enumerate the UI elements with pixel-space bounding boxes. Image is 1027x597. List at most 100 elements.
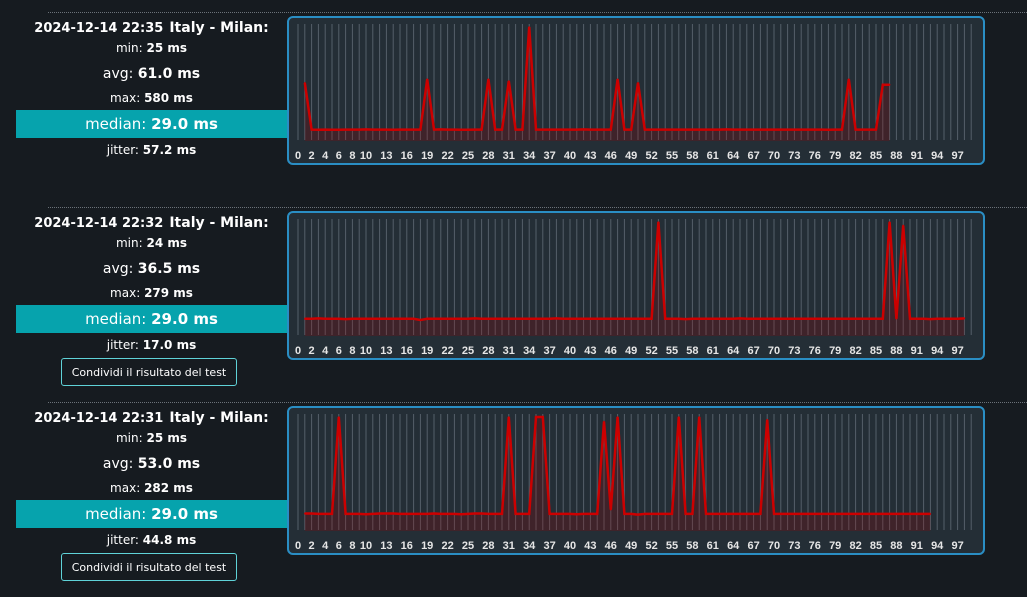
data-point	[766, 128, 768, 131]
share-result-button[interactable]: Condividi il risultato del test	[61, 553, 237, 581]
data-point	[732, 128, 734, 131]
x-tick-label: 49	[625, 540, 637, 552]
x-tick-label: 82	[849, 150, 861, 162]
x-tick-label: 52	[645, 150, 657, 162]
data-point	[596, 513, 598, 515]
data-point	[344, 318, 347, 320]
x-tick-label: 79	[829, 345, 841, 357]
x-tick-label: 52	[645, 540, 657, 552]
data-point	[834, 513, 836, 515]
min-label: min:	[115, 431, 147, 445]
data-point	[759, 317, 762, 320]
data-point	[732, 513, 734, 515]
x-tick-label: 25	[462, 345, 474, 357]
data-point	[555, 128, 558, 131]
x-tick-label: 88	[890, 150, 902, 162]
data-point	[501, 128, 503, 131]
x-tick-label: 52	[645, 345, 657, 357]
data-point	[888, 221, 891, 223]
min-stat: min: 25 ms	[16, 41, 287, 55]
data-point	[786, 513, 789, 515]
min-label: min:	[115, 236, 147, 250]
data-point	[453, 317, 456, 320]
data-point	[780, 317, 782, 320]
x-tick-label: 67	[747, 345, 759, 357]
data-point	[644, 128, 646, 131]
x-tick-label: 73	[788, 150, 800, 162]
data-point	[378, 317, 381, 320]
data-point	[766, 418, 768, 421]
median-value: 29.0 ms	[151, 310, 218, 328]
avg-stat: avg: 61.0 ms	[16, 66, 287, 82]
x-tick-label: 37	[543, 540, 555, 552]
data-point	[875, 317, 877, 320]
data-point	[664, 317, 666, 320]
data-point	[412, 317, 415, 320]
avg-stat: avg: 53.0 ms	[16, 456, 287, 472]
median-label: median:	[85, 310, 152, 328]
data-point	[657, 221, 660, 223]
median-value: 29.0 ms	[151, 505, 218, 523]
result-panel: 2024-12-14 22:31 Italy - Milan: min: 25 m…	[0, 402, 1027, 597]
x-tick-label: 88	[890, 540, 902, 552]
data-point	[555, 513, 558, 515]
x-tick-label: 4	[322, 345, 329, 357]
x-tick-label: 34	[523, 150, 536, 162]
chart-svg: 0 2 4 6 8 10 13 16 19 22 25 28 31 34 37 40 43 46 49 52 55 58 6…	[295, 24, 972, 162]
share-result-button[interactable]: Condividi il risultato del test	[61, 358, 237, 386]
data-point	[684, 513, 687, 515]
avg-value: 36.5 ms	[137, 261, 201, 277]
data-point	[562, 513, 564, 515]
data-point	[834, 317, 836, 320]
x-tick-label: 13	[380, 150, 392, 162]
x-tick-label: 85	[870, 345, 882, 357]
data-point	[514, 317, 517, 320]
data-point	[603, 420, 605, 423]
median-label: median:	[85, 115, 152, 133]
data-point	[542, 317, 544, 320]
data-point	[827, 317, 830, 320]
data-point	[678, 317, 680, 320]
data-point	[644, 317, 646, 320]
data-point	[372, 317, 374, 320]
max-value: 282 ms	[144, 481, 193, 495]
data-point	[644, 513, 646, 515]
data-point	[739, 513, 741, 515]
result-location: Italy - Milan:	[169, 215, 269, 231]
data-point	[399, 317, 401, 320]
x-tick-label: 94	[931, 345, 944, 357]
data-point	[780, 128, 782, 131]
data-point	[712, 513, 714, 515]
data-point	[936, 317, 938, 320]
data-point	[433, 512, 435, 515]
data-point	[698, 317, 700, 320]
data-point	[324, 128, 326, 131]
result-datetime: 2024-12-14 22:35	[34, 21, 164, 36]
data-point	[698, 416, 700, 418]
x-tick-label: 40	[564, 150, 576, 162]
data-point	[406, 128, 408, 131]
data-point	[440, 128, 442, 131]
x-tick-label: 76	[809, 150, 821, 162]
data-point	[317, 317, 320, 320]
data-point	[378, 512, 381, 515]
data-point	[426, 317, 428, 320]
x-tick-label: 55	[666, 540, 678, 552]
data-point	[494, 513, 496, 515]
data-point	[684, 128, 687, 131]
x-tick-label: 61	[707, 150, 719, 162]
data-point	[426, 513, 428, 515]
ping-chart: 0 2 4 6 8 10 13 16 19 22 25 28 31 34 37 40 43 46 49 52 55 58 6…	[287, 16, 985, 165]
data-point	[610, 508, 612, 511]
data-point	[630, 317, 632, 320]
data-point	[868, 128, 870, 131]
data-point	[358, 128, 360, 131]
data-point	[589, 317, 592, 320]
data-point	[834, 128, 836, 131]
data-point	[752, 128, 755, 131]
data-point	[480, 512, 483, 515]
data-point	[304, 82, 306, 84]
data-point	[943, 317, 945, 320]
data-point	[820, 128, 823, 131]
x-tick-label: 64	[727, 150, 740, 162]
